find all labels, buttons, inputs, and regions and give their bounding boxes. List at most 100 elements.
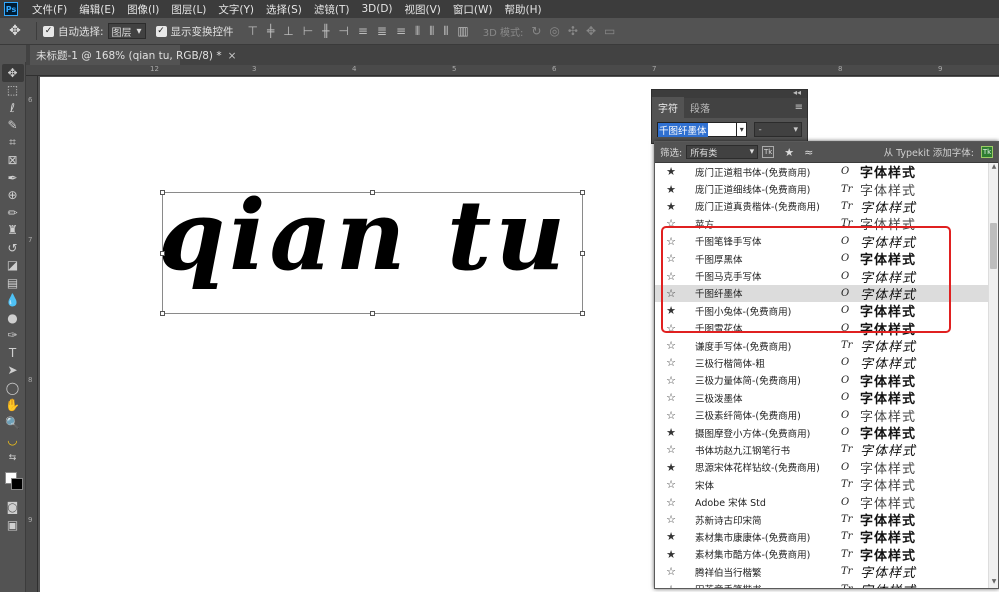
star-filled-icon[interactable]: ★ [664, 200, 678, 213]
font-list-item[interactable]: ★ 庞门正道粗书体-(免费商用) O 字体样式 [655, 163, 998, 181]
lasso-tool-icon[interactable]: ℓ [2, 99, 24, 117]
font-list-item[interactable]: ★ 素材集市康康体-(免费商用) Tr 字体样式 [655, 528, 998, 546]
font-list-item[interactable]: ☆ 谦度手写体-(免费商用) Tr 字体样式 [655, 337, 998, 355]
font-list-item[interactable]: ☆ Adobe 宋体 Std O 字体样式 [655, 493, 998, 512]
star-outline-icon[interactable]: ☆ [664, 252, 678, 265]
background-color-swatch[interactable] [10, 477, 23, 490]
align-vcenter-icon[interactable]: ╪ [267, 24, 274, 39]
align-top-icon[interactable]: ⊤ [248, 24, 258, 39]
tab-character[interactable]: 字符 [652, 97, 684, 118]
menu-image[interactable]: 图像(I) [121, 2, 165, 17]
star-outline-icon[interactable]: ☆ [664, 322, 678, 335]
font-list-item[interactable]: ☆ 书体坊赵九江钢笔行书 Tr 字体样式 [655, 441, 998, 459]
auto-select-checkbox[interactable]: ✓ [43, 25, 54, 37]
scroll-thumb[interactable] [990, 223, 997, 269]
color-swatches[interactable] [2, 469, 24, 497]
transform-handle-bc[interactable] [370, 311, 375, 316]
star-outline-icon[interactable]: ☆ [664, 391, 678, 404]
font-list-item[interactable]: ★ 千图小兔体-(免费商用) O 字体样式 [655, 302, 998, 320]
star-filled-icon[interactable]: ★ [664, 183, 678, 196]
star-outline-icon[interactable]: ☆ [664, 356, 678, 369]
font-list-item[interactable]: ★ 庞门正道细线体-(免费商用) Tr 字体样式 [655, 180, 998, 199]
font-list-item[interactable]: ★ 庞门正道真贵楷体-(免费商用) Tr 字体样式 [655, 198, 998, 216]
dodge-tool-icon[interactable]: ● [2, 309, 24, 327]
filter-dropdown[interactable]: 所有类 ▾ [686, 145, 759, 159]
font-list-item[interactable]: ☆ 田英章手笔楷书 Tr 字体样式 [655, 580, 998, 588]
3d-rotate-icon[interactable]: ↻ [531, 24, 541, 38]
font-list-item[interactable]: ★ 摄图摩登小方体-(免费商用) O 字体样式 [655, 424, 998, 442]
star-outline-icon[interactable]: ☆ [664, 374, 678, 387]
font-list-item[interactable]: ☆ 三极行楷简体-粗 O 字体样式 [655, 354, 998, 372]
move-tool-icon[interactable]: ✥ [0, 23, 30, 39]
transform-bounding-box[interactable] [162, 192, 583, 314]
auto-select-dropdown[interactable]: 图层 ▾ [107, 23, 146, 39]
eraser-tool-icon[interactable]: ◪ [2, 257, 24, 275]
star-outline-icon[interactable]: ☆ [664, 409, 678, 422]
scroll-up-icon[interactable]: ▲ [989, 163, 999, 173]
3d-drag-icon[interactable]: ✣ [568, 24, 578, 38]
pen-tool-icon[interactable]: ✑ [2, 327, 24, 345]
distribute-top-icon[interactable]: ≡ [358, 24, 368, 39]
align-hcenter-icon[interactable]: ╫ [322, 24, 329, 39]
star-outline-icon[interactable]: ☆ [664, 513, 678, 526]
quick-select-tool-icon[interactable]: ✎ [2, 117, 24, 135]
screen-mode-icon[interactable]: ▣ [2, 516, 24, 534]
menu-view[interactable]: 视图(V) [399, 2, 447, 17]
font-list-scrollbar[interactable]: ▲ ▼ [988, 163, 998, 588]
crop-tool-icon[interactable]: ⌗ [2, 134, 24, 152]
shape-tool-icon[interactable]: ◯ [2, 379, 24, 397]
star-outline-icon[interactable]: ☆ [664, 235, 678, 248]
star-filled-icon[interactable]: ★ [664, 548, 678, 561]
distribute-bottom-icon[interactable]: ≡ [396, 24, 406, 39]
font-list-item[interactable]: ☆ 千图马克手写体 O 字体样式 [655, 267, 998, 286]
font-list-item[interactable]: ★ 思源宋体花样钻纹-(免费商用) O 字体样式 [655, 459, 998, 477]
star-filled-icon[interactable]: ★ [664, 461, 678, 474]
font-list-item[interactable]: ☆ 千图纤墨体 O 字体样式 [655, 284, 998, 303]
font-list-item[interactable]: ☆ 宋体 Tr 字体样式 [655, 476, 998, 494]
font-family-input[interactable]: 千图纤墨体 [657, 122, 738, 137]
star-outline-icon[interactable]: ☆ [664, 496, 678, 509]
scroll-down-icon[interactable]: ▼ [989, 578, 999, 588]
3d-slide-icon[interactable]: ✥ [586, 24, 596, 38]
distribute-right-icon[interactable]: ⫴ [443, 24, 448, 39]
transform-handle-tl[interactable] [160, 190, 165, 195]
tab-paragraph[interactable]: 段落 [684, 97, 716, 118]
typekit-filter-icon[interactable]: Tk [762, 146, 775, 158]
star-outline-icon[interactable]: ☆ [664, 443, 678, 456]
swap-colors-icon[interactable]: ⇆ [2, 449, 24, 467]
align-right-icon[interactable]: ⊣ [338, 24, 348, 39]
star-filled-icon[interactable]: ★ [664, 426, 678, 439]
type-tool-icon[interactable]: T [2, 344, 24, 362]
transform-handle-mr[interactable] [580, 251, 585, 256]
history-brush-tool-icon[interactable]: ↺ [2, 239, 24, 257]
star-filled-icon[interactable]: ★ [664, 165, 678, 178]
quick-mask-icon[interactable]: ◙ [2, 499, 24, 517]
transform-handle-tr[interactable] [580, 190, 585, 195]
star-filled-icon[interactable]: ★ [664, 304, 678, 317]
document-tab[interactable]: 未标题-1 @ 168% (qian tu, RGB/8) * × [30, 45, 236, 65]
menu-filter[interactable]: 滤镜(T) [308, 2, 356, 17]
star-outline-icon[interactable]: ☆ [664, 565, 678, 578]
menu-help[interactable]: 帮助(H) [499, 2, 548, 17]
star-outline-icon[interactable]: ☆ [664, 339, 678, 352]
font-list-item[interactable]: ☆ 千图笔锋手写体 O 字体样式 [655, 233, 998, 251]
distribute-hcenter-icon[interactable]: ⦀ [429, 24, 434, 39]
distribute-left-icon[interactable]: ⫴ [415, 24, 420, 39]
menu-layer[interactable]: 图层(L) [165, 2, 212, 17]
star-outline-icon[interactable]: ☆ [664, 217, 678, 230]
font-list-item[interactable]: ★ 素材集市酷方体-(免费商用) Tr 字体样式 [655, 546, 998, 564]
font-list-item[interactable]: ☆ 腾祥伯当行楷繁 Tr 字体样式 [655, 563, 998, 581]
menu-file[interactable]: 文件(F) [26, 2, 73, 17]
font-list-item[interactable]: ☆ 三极泼墨体 O 字体样式 [655, 389, 998, 407]
healing-brush-tool-icon[interactable]: ⊕ [2, 187, 24, 205]
font-style-dropdown[interactable]: - ▾ [754, 122, 802, 137]
eyedropper-tool-icon[interactable]: ✒ [2, 169, 24, 187]
align-bottom-icon[interactable]: ⊥ [283, 24, 293, 39]
show-transform-checkbox[interactable]: ✓ [155, 25, 167, 37]
3d-roll-icon[interactable]: ◎ [549, 24, 559, 38]
star-outline-icon[interactable]: ☆ [664, 478, 678, 491]
menu-select[interactable]: 选择(S) [260, 2, 308, 17]
font-list-item[interactable]: ☆ 三极力量体简-(免费商用) O 字体样式 [655, 372, 998, 390]
transform-handle-br[interactable] [580, 311, 585, 316]
star-outline-icon[interactable]: ☆ [664, 287, 678, 300]
